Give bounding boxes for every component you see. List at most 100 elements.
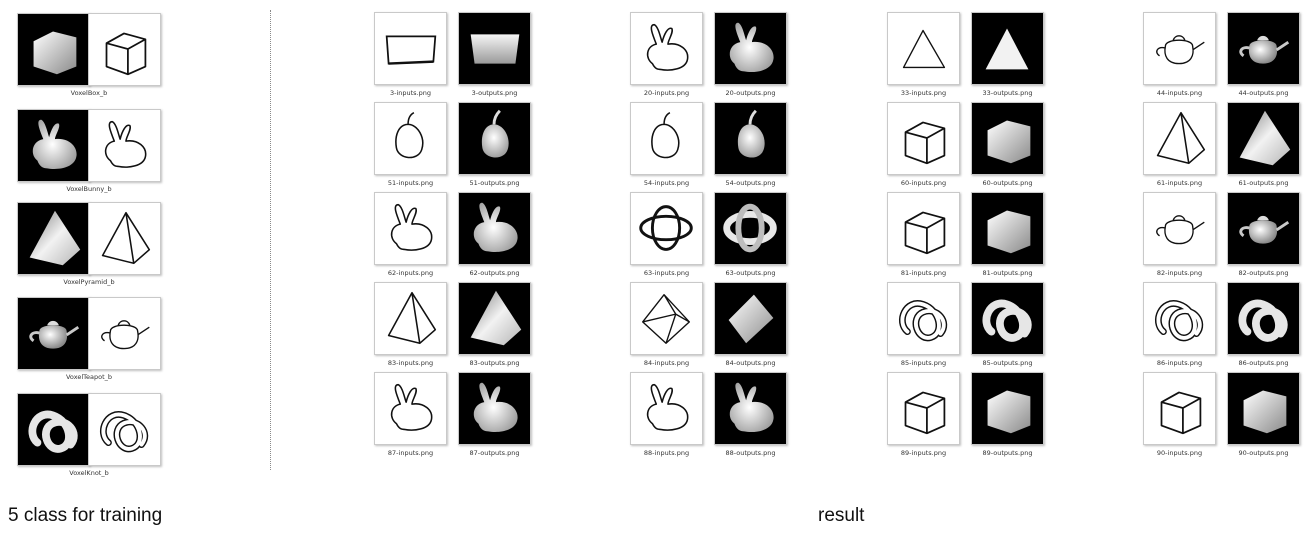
training-output-thumbnail[interactable] [17, 13, 90, 86]
teapot-icon [1239, 215, 1290, 244]
result-input-thumbnail[interactable] [374, 102, 447, 175]
training-caption: VoxelKnot_b [69, 469, 109, 477]
result-input-thumbnail[interactable] [1143, 372, 1216, 445]
result-output-thumbnail[interactable] [714, 102, 787, 175]
result-input-thumbnail[interactable] [374, 372, 447, 445]
box-icon [33, 31, 77, 75]
result-input-thumbnail[interactable] [630, 192, 703, 265]
result-output-thumbnail[interactable] [458, 192, 531, 265]
result-input-thumbnail[interactable] [630, 372, 703, 445]
result-input-thumbnail[interactable] [630, 12, 703, 85]
box-icon [1243, 390, 1287, 434]
teapot-icon [1156, 215, 1205, 245]
result-output-thumbnail[interactable] [714, 282, 787, 355]
teapot-icon [1239, 35, 1290, 64]
result-output-thumbnail[interactable] [971, 102, 1044, 175]
result-input-thumbnail[interactable] [887, 12, 960, 85]
result-output-filename: 90-outputs.png [1238, 449, 1289, 457]
result-input-filename: 86-inputs.png [1156, 359, 1203, 367]
result-input-thumbnail[interactable] [1143, 282, 1216, 355]
result-output-thumbnail[interactable] [714, 192, 787, 265]
training-caption: VoxelPyramid_b [63, 278, 115, 286]
result-output-thumbnail[interactable] [1227, 282, 1300, 355]
apple-icon [651, 112, 680, 159]
result-input-thumbnail[interactable] [374, 12, 447, 85]
knot-icon [100, 411, 149, 453]
result-input-filename: 61-inputs.png [1156, 179, 1203, 187]
result-output-thumbnail[interactable] [971, 12, 1044, 85]
result-input-thumbnail[interactable] [887, 282, 960, 355]
result-output-filename: 63-outputs.png [725, 269, 776, 277]
result-output-filename: 81-outputs.png [982, 269, 1033, 277]
result-output-thumbnail[interactable] [971, 282, 1044, 355]
training-input-thumbnail[interactable] [88, 393, 161, 466]
pyramid-icon [101, 211, 151, 265]
result-output-filename: 54-outputs.png [725, 179, 776, 187]
result-output-filename: 33-outputs.png [982, 89, 1033, 97]
result-output-thumbnail[interactable] [1227, 192, 1300, 265]
result-output-thumbnail[interactable] [971, 372, 1044, 445]
result-output-thumbnail[interactable] [971, 192, 1044, 265]
result-input-thumbnail[interactable] [1143, 192, 1216, 265]
result-input-filename: 54-inputs.png [643, 179, 690, 187]
result-input-thumbnail[interactable] [887, 102, 960, 175]
result-output-filename: 86-outputs.png [1238, 359, 1289, 367]
training-output-thumbnail[interactable] [17, 109, 90, 182]
training-input-thumbnail[interactable] [88, 13, 161, 86]
result-input-filename: 89-inputs.png [900, 449, 947, 457]
result-output-thumbnail[interactable] [1227, 102, 1300, 175]
result-input-thumbnail[interactable] [630, 282, 703, 355]
result-input-filename: 87-inputs.png [387, 449, 434, 457]
bunny-icon [729, 382, 774, 433]
apple-icon [737, 109, 765, 158]
result-output-thumbnail[interactable] [1227, 372, 1300, 445]
result-output-filename: 20-outputs.png [725, 89, 776, 97]
training-output-thumbnail[interactable] [17, 202, 90, 275]
box-icon [105, 32, 147, 76]
box-icon [904, 391, 946, 435]
teapot-icon [29, 320, 80, 349]
result-input-thumbnail[interactable] [887, 372, 960, 445]
bunny-icon [473, 382, 518, 433]
ring-icon [639, 205, 693, 251]
result-input-thumbnail[interactable] [887, 192, 960, 265]
result-output-thumbnail[interactable] [458, 12, 531, 85]
training-caption: VoxelBox_b [70, 89, 108, 97]
result-input-filename: 81-inputs.png [900, 269, 947, 277]
teapot-icon [101, 320, 150, 350]
result-output-filename: 62-outputs.png [469, 269, 520, 277]
box-icon [1160, 391, 1202, 435]
result-output-thumbnail[interactable] [714, 372, 787, 445]
result-input-filename: 3-inputs.png [389, 89, 432, 97]
knot-icon [982, 299, 1032, 342]
pyramid-icon [1156, 111, 1206, 165]
result-output-thumbnail[interactable] [458, 282, 531, 355]
result-output-thumbnail[interactable] [1227, 12, 1300, 85]
result-input-thumbnail[interactable] [1143, 102, 1216, 175]
training-input-thumbnail[interactable] [88, 297, 161, 370]
result-output-thumbnail[interactable] [458, 102, 531, 175]
training-input-thumbnail[interactable] [88, 109, 161, 182]
training-output-thumbnail[interactable] [17, 393, 90, 466]
result-input-thumbnail[interactable] [1143, 12, 1216, 85]
result-output-thumbnail[interactable] [458, 372, 531, 445]
result-output-filename: 82-outputs.png [1238, 269, 1289, 277]
result-input-thumbnail[interactable] [374, 192, 447, 265]
triangle-icon [985, 28, 1029, 70]
result-output-filename: 44-outputs.png [1238, 89, 1289, 97]
training-input-thumbnail[interactable] [88, 202, 161, 275]
result-input-filename: 85-inputs.png [900, 359, 947, 367]
octahedron-icon [728, 294, 774, 344]
result-input-filename: 63-inputs.png [643, 269, 690, 277]
pyramid-icon [387, 291, 437, 345]
training-output-thumbnail[interactable] [17, 297, 90, 370]
box-icon [904, 121, 946, 165]
result-input-filename: 88-inputs.png [643, 449, 690, 457]
result-output-thumbnail[interactable] [714, 12, 787, 85]
result-input-thumbnail[interactable] [630, 102, 703, 175]
result-input-thumbnail[interactable] [374, 282, 447, 355]
result-output-filename: 3-outputs.png [471, 89, 518, 97]
slab-icon [385, 35, 437, 65]
result-input-filename: 44-inputs.png [1156, 89, 1203, 97]
result-output-filename: 89-outputs.png [982, 449, 1033, 457]
